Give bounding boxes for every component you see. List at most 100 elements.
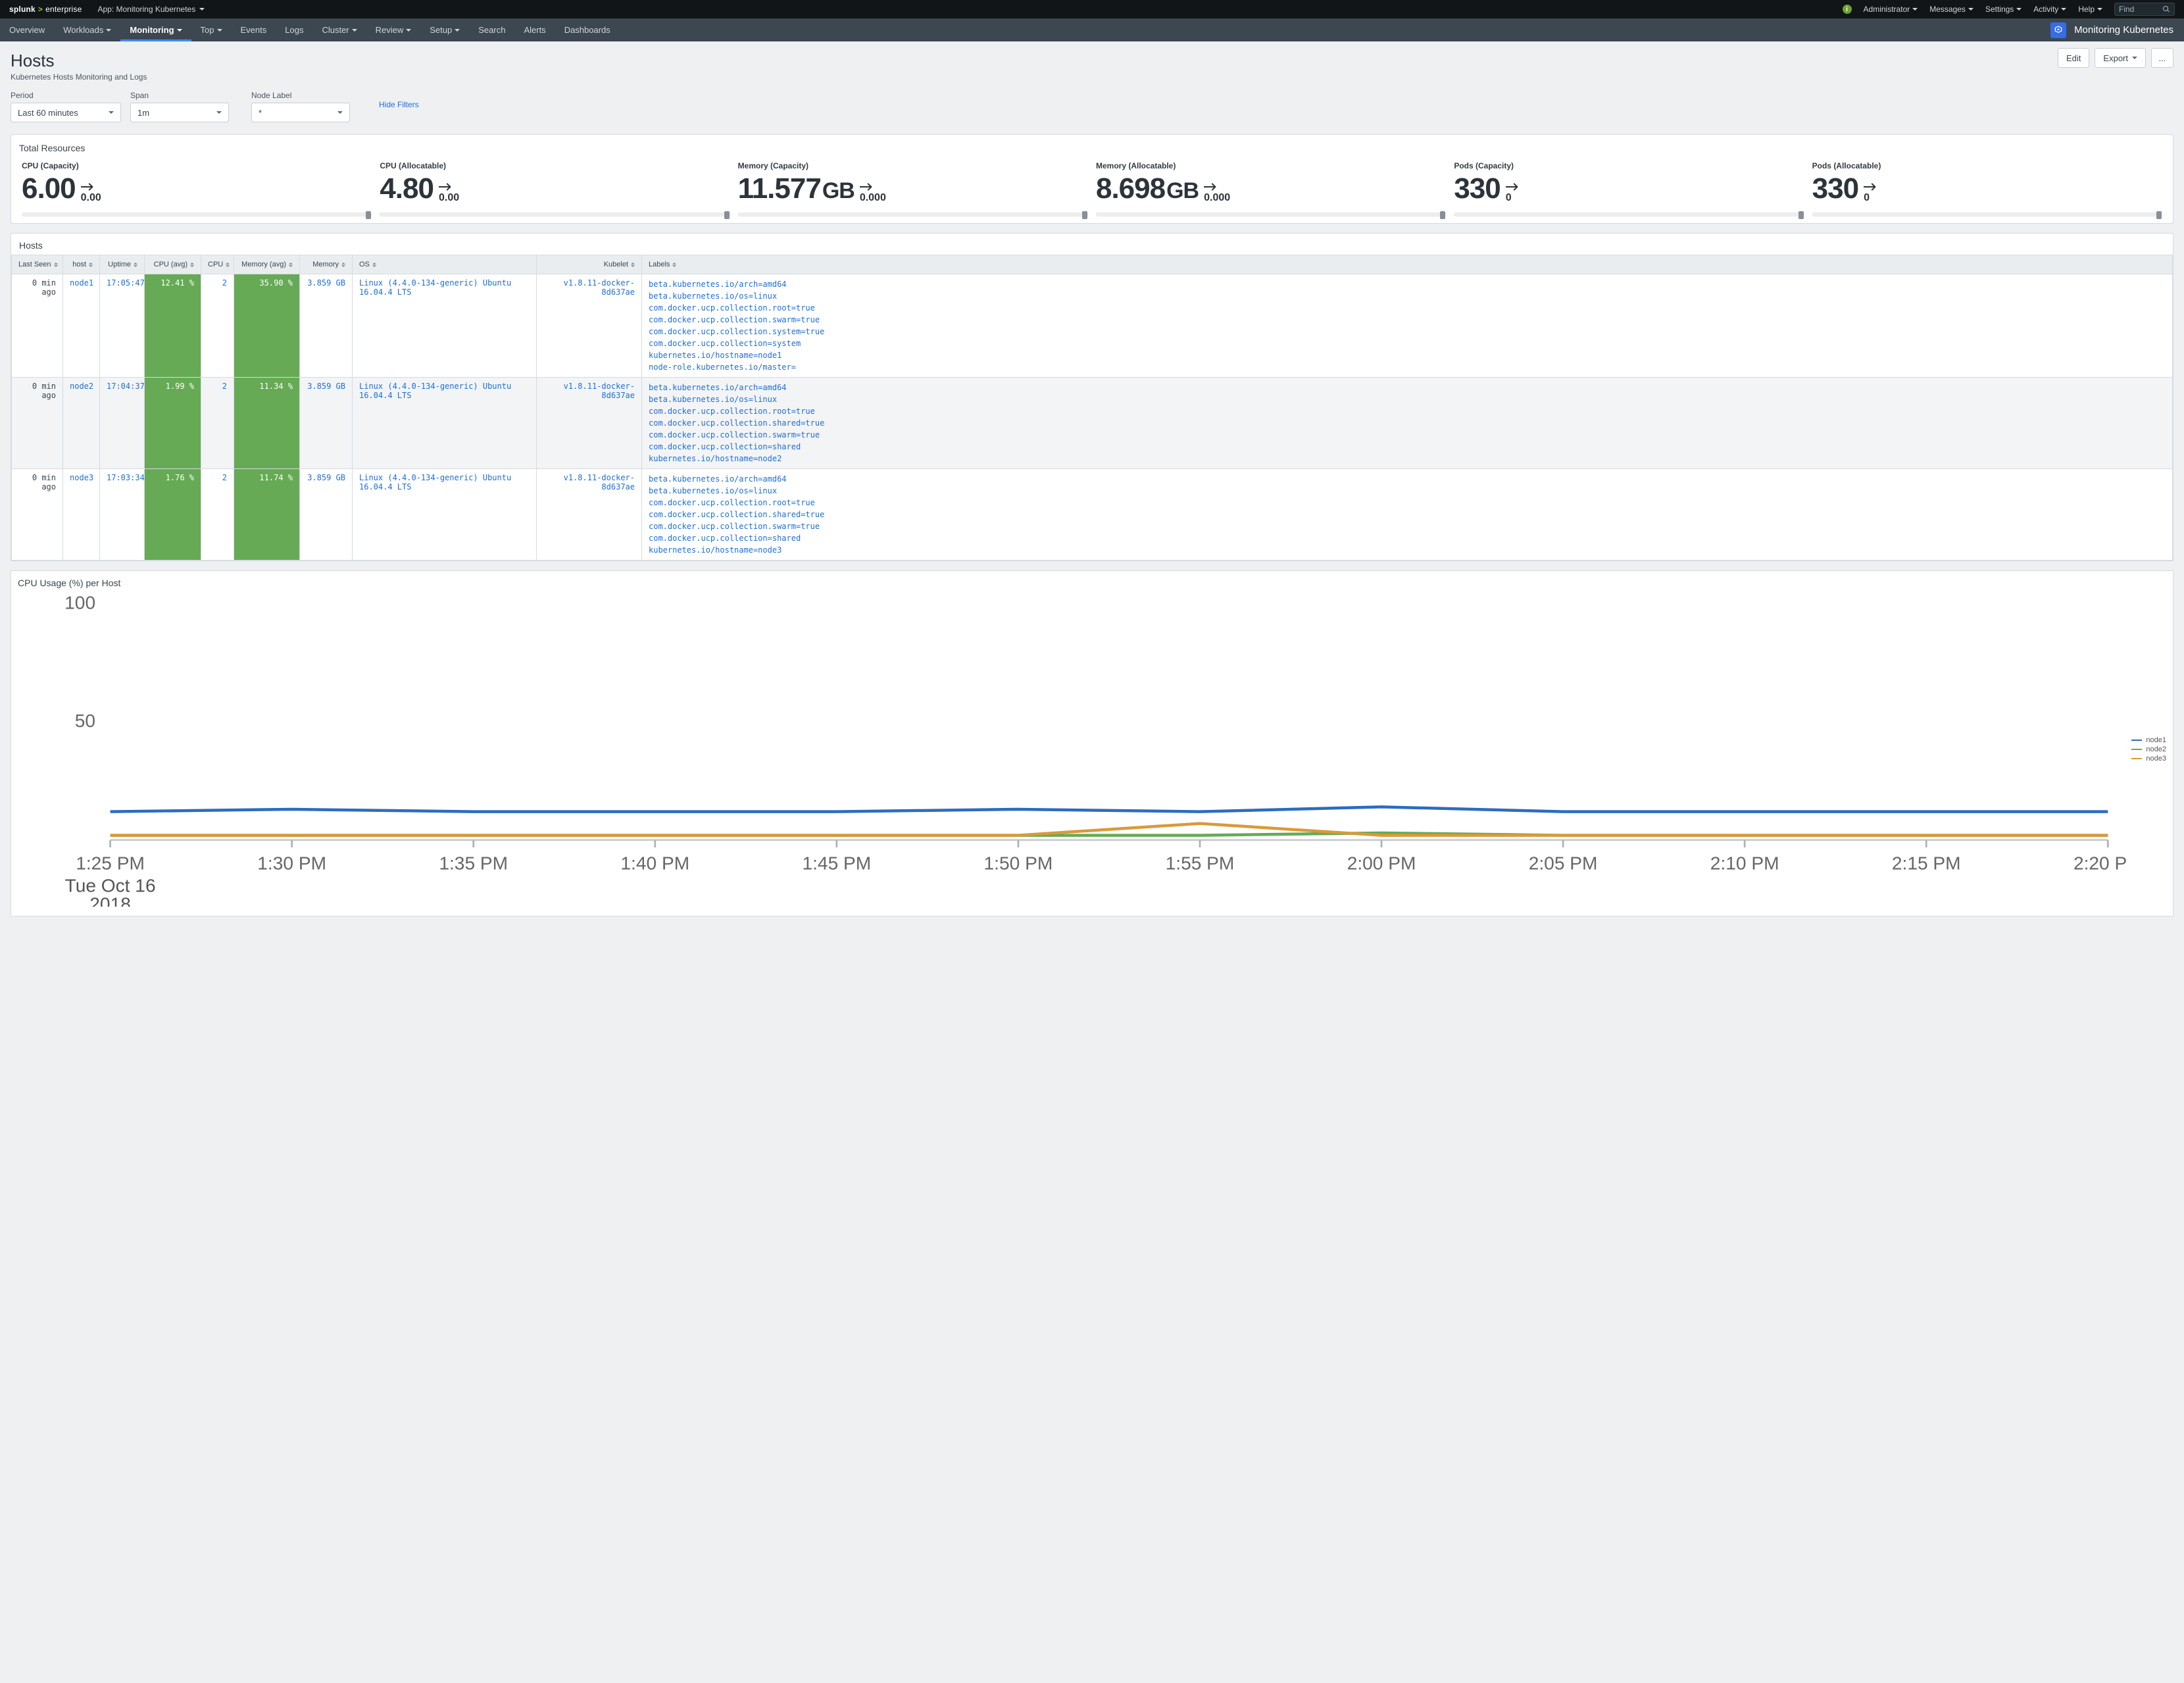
label-link[interactable]: beta.kubernetes.io/os=linux [649, 393, 2166, 405]
menu-messages[interactable]: Messages [1929, 5, 1973, 14]
cell-cpu[interactable]: 2 [201, 469, 234, 561]
cell-host[interactable]: node3 [63, 469, 100, 561]
cell-uptime[interactable]: 17:03:34 [100, 469, 145, 561]
label-link[interactable]: com.docker.ucp.collection.system=true [649, 326, 2166, 338]
stat-slider[interactable] [380, 213, 730, 216]
col-header[interactable]: Memory (avg) [234, 255, 300, 274]
info-indicator[interactable]: i [1843, 5, 1852, 14]
menu-administrator[interactable]: Administrator [1864, 5, 1918, 14]
col-header[interactable]: Memory [300, 255, 353, 274]
subnav-title: Monitoring Kubernetes [2074, 24, 2173, 36]
label-link[interactable]: com.docker.ucp.collection.root=true [649, 302, 2166, 314]
app-switcher[interactable]: App: Monitoring Kubernetes [97, 5, 205, 14]
cell-kubelet[interactable]: v1.8.11-docker-8d637ae [537, 274, 642, 378]
label-link[interactable]: beta.kubernetes.io/arch=amd64 [649, 382, 2166, 393]
label-link[interactable]: beta.kubernetes.io/os=linux [649, 485, 2166, 497]
col-header[interactable]: Labels [642, 255, 2173, 274]
col-header[interactable]: Uptime [100, 255, 145, 274]
stat-card: Memory (Allocatable) 8.698GB 0.000 [1092, 159, 1450, 219]
nav-item-cluster[interactable]: Cluster [312, 18, 366, 41]
slider-knob[interactable] [1799, 211, 1804, 219]
label-link[interactable]: beta.kubernetes.io/arch=amd64 [649, 278, 2166, 290]
series-node3[interactable] [111, 824, 2108, 836]
cell-uptime[interactable]: 17:04:37 [100, 378, 145, 469]
edit-button[interactable]: Edit [2058, 48, 2089, 68]
period-select[interactable]: Last 60 minutes [11, 103, 121, 122]
label-link[interactable]: com.docker.ucp.collection=shared [649, 441, 2166, 453]
cell-mem-avg: 11.74 % [234, 469, 300, 561]
col-header[interactable]: Kubelet [537, 255, 642, 274]
cpu-chart[interactable]: 501001:25 PM1:30 PM1:35 PM1:40 PM1:45 PM… [18, 592, 2126, 907]
cell-host[interactable]: node2 [63, 378, 100, 469]
export-button[interactable]: Export [2095, 48, 2146, 68]
label-link[interactable]: kubernetes.io/hostname=node1 [649, 349, 2166, 361]
stat-slider[interactable] [1812, 213, 2162, 216]
stat-slider[interactable] [22, 213, 372, 216]
slider-knob[interactable] [366, 211, 371, 219]
find-input[interactable]: Find [2114, 3, 2175, 16]
cell-cpu[interactable]: 2 [201, 378, 234, 469]
label-link[interactable]: kubernetes.io/hostname=node2 [649, 453, 2166, 465]
span-select[interactable]: 1m [130, 103, 229, 122]
cell-memory[interactable]: 3.859 GB [300, 274, 353, 378]
nav-item-review[interactable]: Review [366, 18, 421, 41]
stat-slider[interactable] [1096, 213, 1446, 216]
stat-slider[interactable] [1454, 213, 1804, 216]
cell-memory[interactable]: 3.859 GB [300, 378, 353, 469]
label-link[interactable]: com.docker.ucp.collection.root=true [649, 497, 2166, 509]
cell-kubelet[interactable]: v1.8.11-docker-8d637ae [537, 378, 642, 469]
cell-os[interactable]: Linux (4.4.0-134-generic) Ubuntu 16.04.4… [353, 378, 537, 469]
nav-item-alerts[interactable]: Alerts [514, 18, 555, 41]
node-label-select[interactable]: * [251, 103, 350, 122]
nav-item-events[interactable]: Events [232, 18, 276, 41]
nav-item-monitoring[interactable]: Monitoring [120, 18, 191, 41]
label-link[interactable]: kubernetes.io/hostname=node3 [649, 544, 2166, 556]
col-header[interactable]: CPU (avg) [145, 255, 201, 274]
label-link[interactable]: com.docker.ucp.collection.swarm=true [649, 314, 2166, 326]
cell-os[interactable]: Linux (4.4.0-134-generic) Ubuntu 16.04.4… [353, 469, 537, 561]
nav-item-workloads[interactable]: Workloads [54, 18, 120, 41]
cell-cpu[interactable]: 2 [201, 274, 234, 378]
label-link[interactable]: node-role.kubernetes.io/master= [649, 361, 2166, 373]
svg-text:2:15 PM: 2:15 PM [1892, 853, 1961, 874]
label-link[interactable]: beta.kubernetes.io/arch=amd64 [649, 473, 2166, 485]
col-header[interactable]: OS [353, 255, 537, 274]
legend-item[interactable]: node2 [2131, 745, 2166, 753]
col-header[interactable]: host [63, 255, 100, 274]
cell-host[interactable]: node1 [63, 274, 100, 378]
col-header[interactable]: CPU [201, 255, 234, 274]
series-node1[interactable] [111, 807, 2108, 811]
menu-help[interactable]: Help [2078, 5, 2102, 14]
nav-item-label: Alerts [524, 25, 545, 35]
col-header[interactable]: Last Seen [12, 255, 63, 274]
label-link[interactable]: com.docker.ucp.collection.shared=true [649, 417, 2166, 429]
label-link[interactable]: com.docker.ucp.collection.shared=true [649, 509, 2166, 520]
nav-item-overview[interactable]: Overview [0, 18, 54, 41]
slider-knob[interactable] [2156, 211, 2162, 219]
legend-item[interactable]: node1 [2131, 736, 2166, 744]
label-link[interactable]: beta.kubernetes.io/os=linux [649, 290, 2166, 302]
stat-slider[interactable] [738, 213, 1088, 216]
more-button[interactable]: ... [2151, 48, 2173, 68]
slider-knob[interactable] [724, 211, 730, 219]
nav-item-setup[interactable]: Setup [420, 18, 469, 41]
hide-filters-link[interactable]: Hide Filters [379, 100, 419, 113]
slider-knob[interactable] [1440, 211, 1445, 219]
cell-uptime[interactable]: 17:05:47 [100, 274, 145, 378]
legend-item[interactable]: node3 [2131, 755, 2166, 763]
nav-item-top[interactable]: Top [191, 18, 232, 41]
label-link[interactable]: com.docker.ucp.collection.root=true [649, 405, 2166, 417]
menu-activity[interactable]: Activity [2033, 5, 2066, 14]
label-link[interactable]: com.docker.ucp.collection=shared [649, 532, 2166, 544]
slider-knob[interactable] [1082, 211, 1087, 219]
cell-os[interactable]: Linux (4.4.0-134-generic) Ubuntu 16.04.4… [353, 274, 537, 378]
nav-item-search[interactable]: Search [469, 18, 514, 41]
menu-settings[interactable]: Settings [1985, 5, 2022, 14]
label-link[interactable]: com.docker.ucp.collection.swarm=true [649, 520, 2166, 532]
cell-memory[interactable]: 3.859 GB [300, 469, 353, 561]
cell-kubelet[interactable]: v1.8.11-docker-8d637ae [537, 469, 642, 561]
label-link[interactable]: com.docker.ucp.collection=system [649, 338, 2166, 349]
nav-item-logs[interactable]: Logs [276, 18, 312, 41]
nav-item-dashboards[interactable]: Dashboards [555, 18, 620, 41]
label-link[interactable]: com.docker.ucp.collection.swarm=true [649, 429, 2166, 441]
